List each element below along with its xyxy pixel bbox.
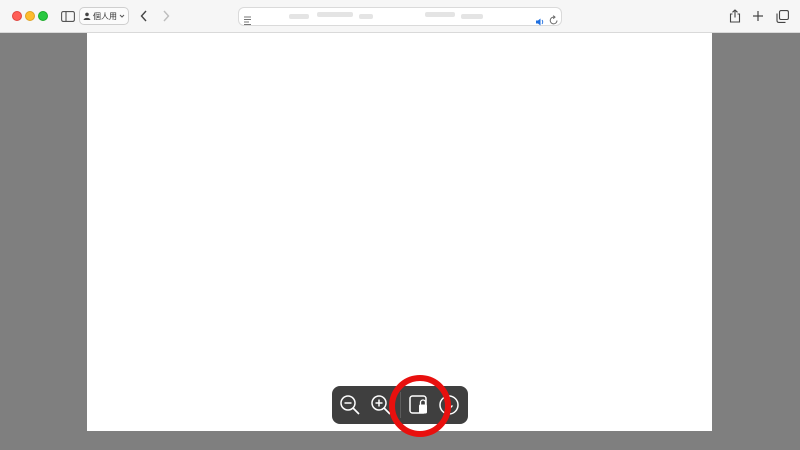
chevron-left-icon[interactable] [135, 7, 153, 25]
maximize-window-button[interactable] [38, 11, 48, 21]
minimize-window-button[interactable] [25, 11, 35, 21]
reader-icon[interactable] [243, 11, 253, 30]
highlight-circle [389, 375, 451, 437]
speaker-icon[interactable] [535, 12, 545, 31]
share-icon[interactable] [726, 7, 744, 25]
reload-icon[interactable] [549, 11, 559, 30]
person-icon [83, 12, 91, 20]
chevron-down-icon [119, 14, 125, 18]
pdf-page [87, 33, 712, 431]
close-window-button[interactable] [12, 11, 22, 21]
sidebar-icon[interactable] [59, 7, 77, 25]
tabs-overview-icon[interactable] [773, 7, 791, 25]
address-bar[interactable] [238, 7, 562, 26]
chevron-right-icon[interactable] [157, 7, 175, 25]
browser-toolbar: 個人用 [0, 0, 800, 33]
plus-icon[interactable] [749, 7, 767, 25]
profile-label: 個人用 [93, 11, 117, 21]
url-text [289, 14, 309, 19]
zoom-out-icon[interactable] [339, 394, 361, 416]
profile-button[interactable]: 個人用 [79, 7, 129, 25]
